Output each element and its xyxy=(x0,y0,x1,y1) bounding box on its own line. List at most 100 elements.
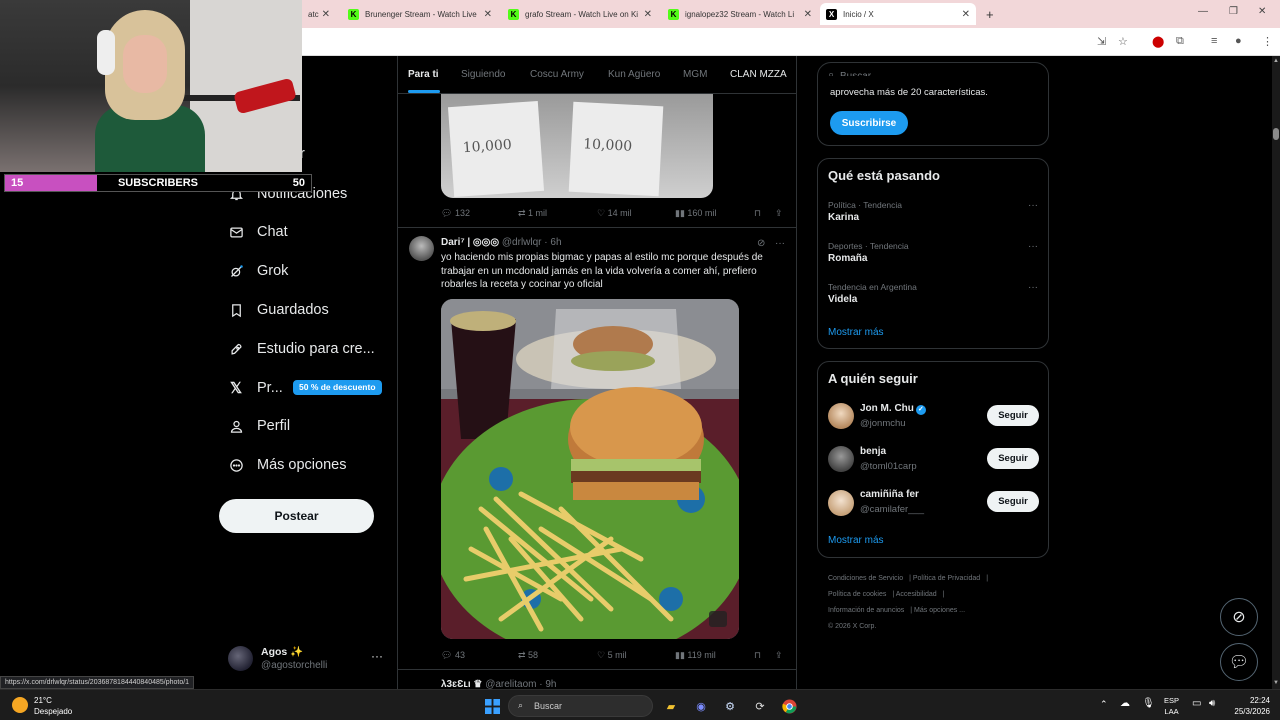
nav-item-grok[interactable]: Grok xyxy=(228,259,288,283)
maximize-icon[interactable]: ❐ xyxy=(1229,6,1238,17)
tab-coscu-army[interactable]: Coscu Army xyxy=(530,69,584,80)
tweet-time[interactable]: 9h xyxy=(545,679,556,689)
tweet-author-name[interactable]: Dari⁷ | ◎◎◎ xyxy=(441,237,499,248)
reply-button[interactable]: 💬︎ 132 xyxy=(441,208,470,219)
chevron-up-icon[interactable]: ⌃ xyxy=(1100,699,1108,710)
subscribe-button[interactable]: Suscribirse xyxy=(830,111,908,135)
more-icon[interactable]: ··· xyxy=(1028,200,1038,211)
close-window-icon[interactable]: ✕ xyxy=(1258,6,1266,17)
avatar[interactable] xyxy=(828,446,854,472)
close-icon[interactable]: ✕ xyxy=(644,9,652,20)
tab-clan-mzza[interactable]: CLAN MZZA xyxy=(730,69,787,80)
star-icon[interactable]: ☆ xyxy=(1118,35,1128,48)
clock[interactable]: 22:24 25/3/2026 xyxy=(1226,695,1270,717)
show-more-trends-link[interactable]: Mostrar más xyxy=(828,327,884,338)
taskbar-search[interactable]: ⌕ Buscar xyxy=(508,695,653,717)
share-icon[interactable]: ⇪ xyxy=(775,650,783,661)
like-button[interactable]: ♡ 14 mil xyxy=(597,208,632,219)
post-button[interactable]: Postear xyxy=(219,499,374,533)
close-icon[interactable]: ✕ xyxy=(484,9,492,20)
close-icon[interactable]: ✕ xyxy=(962,9,970,20)
menu-icon[interactable]: ⋮ xyxy=(1262,35,1273,48)
chrome-icon[interactable] xyxy=(781,698,797,714)
file-explorer-icon[interactable]: ▰ xyxy=(663,698,679,714)
more-icon[interactable]: ··· xyxy=(775,238,785,249)
footer-link[interactable]: Información de anuncios xyxy=(828,607,904,614)
browser-tab[interactable]: atc ✕ xyxy=(302,3,336,25)
close-icon[interactable]: ✕ xyxy=(804,9,812,20)
trend-name[interactable]: Romaña xyxy=(828,253,867,264)
tweet-photo[interactable] xyxy=(441,299,739,639)
language-indicator[interactable]: ESP LAA xyxy=(1164,695,1179,717)
browser-tab[interactable]: K grafo Stream - Watch Live on Ki ✕ xyxy=(502,3,658,25)
new-tab-button[interactable]: + xyxy=(980,3,998,25)
volume-icon[interactable]: 🔊︎ xyxy=(1209,698,1215,709)
scrollbar-thumb[interactable] xyxy=(1273,128,1279,140)
like-button[interactable]: ♡ 5 mil xyxy=(597,650,627,661)
repost-button[interactable]: ⇄ 58 xyxy=(518,650,538,661)
scroll-down-icon[interactable]: ▼ xyxy=(1272,680,1280,686)
share-icon[interactable]: ⇪ xyxy=(775,208,783,219)
extension-stop-icon[interactable]: ⬤ xyxy=(1152,35,1164,48)
browser-tab[interactable]: K Brunenger Stream - Watch Live ✕ xyxy=(342,3,498,25)
tweet-time[interactable]: 6h xyxy=(550,237,561,248)
tab-kun-aguero[interactable]: Kun Agüero xyxy=(608,69,660,80)
tweet-author-name[interactable]: λ3ɛƐʟı ♛ xyxy=(441,679,482,689)
views-button[interactable]: ▮▮ 119 mil xyxy=(675,650,716,661)
trend-name[interactable]: Karina xyxy=(828,212,859,223)
browser-tab[interactable]: K ignalopez32 Stream - Watch Li ✕ xyxy=(662,3,818,25)
follow-name[interactable]: benja xyxy=(860,446,886,457)
more-icon[interactable]: ··· xyxy=(371,649,383,663)
nav-item-bookmarks[interactable]: Guardados xyxy=(228,298,329,322)
follow-button[interactable]: Seguir xyxy=(987,405,1039,426)
monitor-icon[interactable]: ▭ xyxy=(1192,698,1201,709)
scrollbar[interactable]: ▲ ▼ xyxy=(1272,56,1280,689)
avatar[interactable] xyxy=(828,403,854,429)
follow-name[interactable]: Jon M. Chu ✓ xyxy=(860,403,926,415)
tweet-author-handle[interactable]: @drlwlqr xyxy=(502,237,542,248)
discord-icon[interactable]: ◉ xyxy=(693,698,709,714)
app-icon[interactable]: ⟳ xyxy=(752,698,768,714)
profile-icon[interactable]: ● xyxy=(1235,35,1242,47)
nav-item-creator-studio[interactable]: Estudio para cre... xyxy=(228,337,375,361)
browser-tab-active[interactable]: X Inicio / X ✕ xyxy=(820,3,976,25)
footer-link[interactable]: Política de Privacidad xyxy=(913,575,980,582)
footer-link[interactable]: Política de cookies xyxy=(828,591,886,598)
tweet-avatar[interactable] xyxy=(409,236,434,261)
grok-fab-button[interactable]: ⊘ xyxy=(1220,598,1258,636)
nav-item-premium[interactable]: 𝕏 Pr... xyxy=(228,376,283,400)
footer-link[interactable]: Condiciones de Servicio xyxy=(828,575,903,582)
follow-button[interactable]: Seguir xyxy=(987,448,1039,469)
account-switcher[interactable]: Agos ✨ @agostorchelli ··· xyxy=(228,644,388,674)
tab-para-ti[interactable]: Para ti xyxy=(408,69,439,80)
trend-name[interactable]: Videla xyxy=(828,294,857,305)
nav-item-more-options[interactable]: Más opciones xyxy=(228,453,346,477)
grok-icon[interactable]: ⊘ xyxy=(757,238,765,249)
follow-button[interactable]: Seguir xyxy=(987,491,1039,512)
tweet-media[interactable]: 10,000 10,000 xyxy=(441,94,713,198)
views-button[interactable]: ▮▮ 160 mil xyxy=(675,208,716,219)
microphone-icon[interactable]: 🎙︎ xyxy=(1142,698,1155,709)
more-icon[interactable]: ··· xyxy=(1028,282,1038,293)
repost-button[interactable]: ⇄ 1 mil xyxy=(518,208,547,219)
footer-link[interactable]: Más opciones ... xyxy=(914,607,965,614)
avatar[interactable] xyxy=(828,490,854,516)
steam-icon[interactable]: ⚙ xyxy=(722,698,738,714)
media-icon[interactable]: ≡ xyxy=(1211,35,1217,47)
minimize-icon[interactable]: — xyxy=(1198,6,1208,17)
chat-fab-button[interactable]: 💬︎ xyxy=(1220,643,1258,681)
puzzle-icon[interactable]: ⧉ xyxy=(1176,35,1184,48)
tab-mgm[interactable]: MGM xyxy=(683,69,707,80)
bookmark-icon[interactable]: ⊓ xyxy=(754,208,761,219)
tab-siguiendo[interactable]: Siguiendo xyxy=(461,69,505,80)
scroll-up-icon[interactable]: ▲ xyxy=(1272,58,1280,64)
show-more-follow-link[interactable]: Mostrar más xyxy=(828,535,884,546)
bookmark-icon[interactable]: ⊓ xyxy=(754,650,761,661)
nav-item-profile[interactable]: Perfil xyxy=(228,414,290,438)
reply-button[interactable]: 💬︎ 43 xyxy=(441,650,465,661)
install-icon[interactable]: ⇲ xyxy=(1097,35,1106,48)
footer-link[interactable]: Accesibilidad xyxy=(896,591,937,598)
more-icon[interactable]: ··· xyxy=(1028,241,1038,252)
windows-start-icon[interactable] xyxy=(484,698,500,714)
close-icon[interactable]: ✕ xyxy=(322,9,330,20)
